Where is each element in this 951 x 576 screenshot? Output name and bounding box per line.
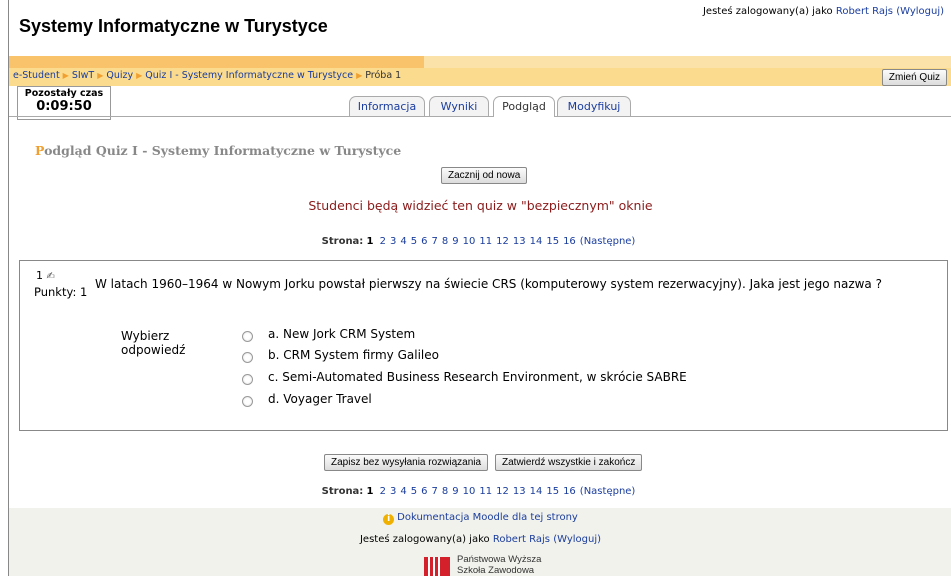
- page-heading-initial: P: [35, 143, 45, 158]
- breadcrumb-item-quizy[interactable]: Quizy: [106, 70, 133, 81]
- school-logo: Państwowa Wyższa Szkoła Zawodowa: [424, 554, 554, 576]
- question-points: Punkty: 1: [34, 285, 88, 299]
- breadcrumb: e-Student ▶ SIwT ▶ Quizy ▶ Quiz I - Systemy In…: [13, 70, 401, 81]
- pager-page[interactable]: 16: [563, 486, 576, 497]
- pager-page[interactable]: 8: [442, 236, 448, 247]
- pager-label: Strona:: [321, 486, 364, 497]
- pager-page[interactable]: 12: [496, 236, 509, 247]
- pager-page[interactable]: 11: [479, 486, 492, 497]
- logo-line-1: Państwowa Wyższa: [457, 554, 542, 565]
- answer-label: a. New Jork CRM System: [268, 327, 416, 341]
- pager-page[interactable]: 8: [442, 486, 448, 497]
- info-icon: i: [383, 514, 395, 525]
- answer-label: c. Semi-Automated Business Research Envi…: [268, 370, 687, 384]
- pager-page[interactable]: 5: [411, 486, 417, 497]
- pager-page[interactable]: 5: [411, 236, 417, 247]
- pager-page[interactable]: 14: [530, 236, 543, 247]
- radio-button[interactable]: [242, 331, 253, 342]
- pager-current: 1: [366, 236, 374, 247]
- pager-next-link[interactable]: (Następne): [580, 486, 636, 497]
- tabs-divider: [9, 116, 951, 117]
- pager-page[interactable]: 15: [546, 236, 559, 247]
- nav-bar-top: [9, 56, 951, 68]
- pager-page[interactable]: 3: [390, 236, 396, 247]
- page: Systemy Informatyczne w Turystyce Jesteś…: [8, 0, 951, 576]
- save-without-submit-button[interactable]: Zapisz bez wysyłania rozwiązania: [324, 454, 489, 471]
- pager-page[interactable]: 10: [463, 486, 476, 497]
- pager-page[interactable]: 2: [380, 486, 386, 497]
- pager-page[interactable]: 15: [546, 486, 559, 497]
- submit-all-button[interactable]: Zatwierdź wszystkie i zakończ: [495, 454, 643, 471]
- breadcrumb-item-siwt[interactable]: SIwT: [72, 70, 94, 81]
- pager-page[interactable]: 2: [380, 236, 386, 247]
- timer-label: Pozostały czas: [24, 88, 104, 99]
- moodle-docs-link[interactable]: Dokumentacja Moodle dla tej strony: [397, 512, 578, 523]
- tab-informacja[interactable]: Informacja: [349, 96, 425, 116]
- pager-page[interactable]: 13: [513, 236, 526, 247]
- question-box: 1 ✍ Punkty: 1 W latach 1960–1964 w Nowym…: [19, 260, 948, 431]
- pager-page[interactable]: 10: [463, 236, 476, 247]
- answer-label: d. Voyager Travel: [268, 392, 372, 406]
- logout-link[interactable]: (Wyloguj): [896, 6, 944, 17]
- pager-bottom: Strona: 1 2 3 4 5 6 7 8 9 10 11 12 13 14 15 16 (Następn…: [9, 486, 951, 497]
- tab-podglad[interactable]: Podgląd: [493, 96, 555, 117]
- breadcrumb-item-quiz[interactable]: Quiz I - Systemy Informatyczne w Turysty…: [145, 70, 353, 81]
- pager-page[interactable]: 7: [432, 236, 438, 247]
- breadcrumb-separator-icon: ▶: [356, 71, 363, 80]
- choose-answer-label: Wybierz odpowiedź: [121, 329, 201, 357]
- pager-page[interactable]: 16: [563, 236, 576, 247]
- breadcrumb-separator-icon: ▶: [97, 71, 104, 80]
- logo-mark-icon: [424, 557, 450, 576]
- breadcrumb-item-current: Próba 1: [365, 70, 402, 81]
- login-prefix: Jesteś zalogowany(a) jako: [702, 6, 833, 17]
- radio-button[interactable]: [242, 396, 253, 407]
- breadcrumb-separator-icon: ▶: [136, 71, 143, 80]
- question-number: 1 ✍: [36, 269, 55, 282]
- pencil-icon[interactable]: ✍: [47, 271, 55, 282]
- pager-current: 1: [366, 486, 374, 497]
- timer-value: 0:09:50: [36, 99, 92, 114]
- pager-page[interactable]: 14: [530, 486, 543, 497]
- login-info: Jesteś zalogowany(a) jako Robert Rajs (W…: [703, 6, 944, 17]
- answer-label: b. CRM System firmy Galileo: [268, 348, 439, 362]
- radio-button[interactable]: [242, 352, 253, 363]
- tab-modyfikuj[interactable]: Modyfikuj: [557, 96, 631, 116]
- user-link[interactable]: Robert Rajs: [493, 534, 550, 545]
- pager-page[interactable]: 6: [421, 486, 427, 497]
- pager-page[interactable]: 12: [496, 486, 509, 497]
- pager-page[interactable]: 4: [400, 236, 406, 247]
- pager-next-link[interactable]: (Następne): [580, 236, 636, 247]
- logo-text: Państwowa Wyższa Szkoła Zawodowa: [457, 554, 541, 576]
- pager-label: Strona:: [321, 236, 364, 247]
- doc-link-row: i Dokumentacja Moodle dla tej strony: [9, 512, 951, 525]
- pager-top: Strona: 1 2 3 4 5 6 7 8 9 10 11 12 13 14 15 16 (Następn…: [9, 236, 951, 247]
- pager-page[interactable]: 11: [479, 236, 492, 247]
- logout-link[interactable]: (Wyloguj): [553, 534, 601, 545]
- pager-page[interactable]: 9: [452, 486, 458, 497]
- pager-page[interactable]: 4: [400, 486, 406, 497]
- question-number-value: 1: [36, 269, 43, 282]
- logo-line-2: Szkoła Zawodowa: [457, 565, 535, 576]
- choose-answer-text: Wybierz odpowiedź: [121, 329, 186, 357]
- timer-box: Pozostały czas 0:09:50: [17, 86, 111, 120]
- tab-wyniki[interactable]: Wyniki: [429, 96, 489, 116]
- page-heading-text: odgląd Quiz I - Systemy Informatyczne w …: [44, 143, 402, 158]
- site-title: Systemy Informatyczne w Turystyce: [19, 16, 328, 36]
- change-quiz-button[interactable]: Zmień Quiz: [881, 69, 947, 86]
- pager-page[interactable]: 6: [421, 236, 427, 247]
- radio-button[interactable]: [242, 374, 253, 385]
- pager-page[interactable]: 9: [452, 236, 458, 247]
- page-heading: Podgląd Quiz I - Systemy Informatyczne w…: [35, 143, 401, 158]
- login-prefix: Jesteś zalogowany(a) jako: [359, 534, 490, 545]
- pager-page[interactable]: 7: [432, 486, 438, 497]
- pager-page[interactable]: 13: [513, 486, 526, 497]
- breadcrumb-separator-icon: ▶: [62, 71, 69, 80]
- secure-window-notice: Studenci będą widzieć ten quiz w "bezpie…: [308, 198, 653, 213]
- restart-button[interactable]: Zacznij od nowa: [441, 167, 528, 184]
- question-text: W latach 1960–1964 w Nowym Jorku powstał…: [95, 277, 882, 291]
- footer-login-info: Jesteś zalogowany(a) jako Robert Rajs (W…: [9, 534, 951, 545]
- breadcrumb-item-estudent[interactable]: e-Student: [13, 70, 60, 81]
- user-link[interactable]: Robert Rajs: [836, 6, 893, 17]
- pager-page[interactable]: 3: [390, 486, 396, 497]
